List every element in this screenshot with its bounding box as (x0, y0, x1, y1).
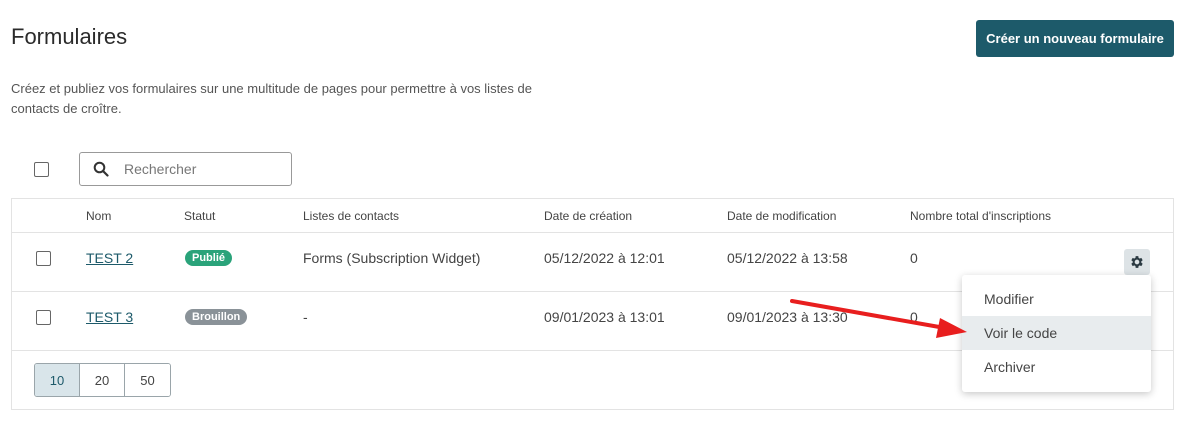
contact-lists-cell: Forms (Subscription Widget) (303, 250, 481, 266)
total-subscriptions-cell: 0 (910, 250, 918, 266)
total-subscriptions-cell: 0 (910, 309, 918, 325)
status-badge: Brouillon (185, 309, 248, 325)
row-checkbox[interactable] (36, 310, 51, 325)
form-name-link[interactable]: TEST 2 (86, 250, 133, 266)
created-date-cell: 09/01/2023 à 13:01 (544, 309, 665, 325)
search-box[interactable] (79, 152, 292, 186)
page-size-option[interactable]: 20 (80, 364, 125, 396)
column-header-modified[interactable]: Date de modification (727, 209, 836, 223)
menu-item-archiver[interactable]: Archiver (962, 350, 1151, 384)
modified-date-cell: 09/01/2023 à 13:30 (727, 309, 848, 325)
search-input[interactable] (124, 161, 274, 177)
form-name-link[interactable]: TEST 3 (86, 309, 133, 325)
select-all-checkbox[interactable] (34, 162, 49, 177)
table-header: Nom Statut Listes de contacts Date de cr… (12, 199, 1173, 233)
row-actions-menu: Modifier Voir le code Archiver (962, 275, 1151, 392)
column-header-created[interactable]: Date de création (544, 209, 632, 223)
column-header-status[interactable]: Statut (184, 209, 215, 223)
row-settings-button[interactable] (1124, 249, 1150, 275)
row-checkbox[interactable] (36, 251, 51, 266)
created-date-cell: 05/12/2022 à 12:01 (544, 250, 665, 266)
page-size-selector: 10 20 50 (34, 363, 171, 397)
column-header-lists[interactable]: Listes de contacts (303, 209, 399, 223)
search-icon (92, 160, 110, 178)
column-header-name[interactable]: Nom (86, 209, 111, 223)
status-badge: Publié (185, 250, 233, 266)
modified-date-cell: 05/12/2022 à 13:58 (727, 250, 848, 266)
menu-item-modifier[interactable]: Modifier (962, 282, 1151, 316)
menu-item-voir-le-code[interactable]: Voir le code (962, 316, 1151, 350)
page-title: Formulaires (11, 24, 128, 49)
contact-lists-cell: - (303, 309, 308, 325)
page-description: Créez et publiez vos formulaires sur une… (11, 81, 532, 116)
page-size-option[interactable]: 50 (125, 364, 170, 396)
gear-icon (1131, 256, 1143, 268)
column-header-total[interactable]: Nombre total d'inscriptions (910, 209, 1051, 223)
page-size-option[interactable]: 10 (35, 364, 80, 396)
create-form-button[interactable]: Créer un nouveau formulaire (976, 20, 1174, 57)
